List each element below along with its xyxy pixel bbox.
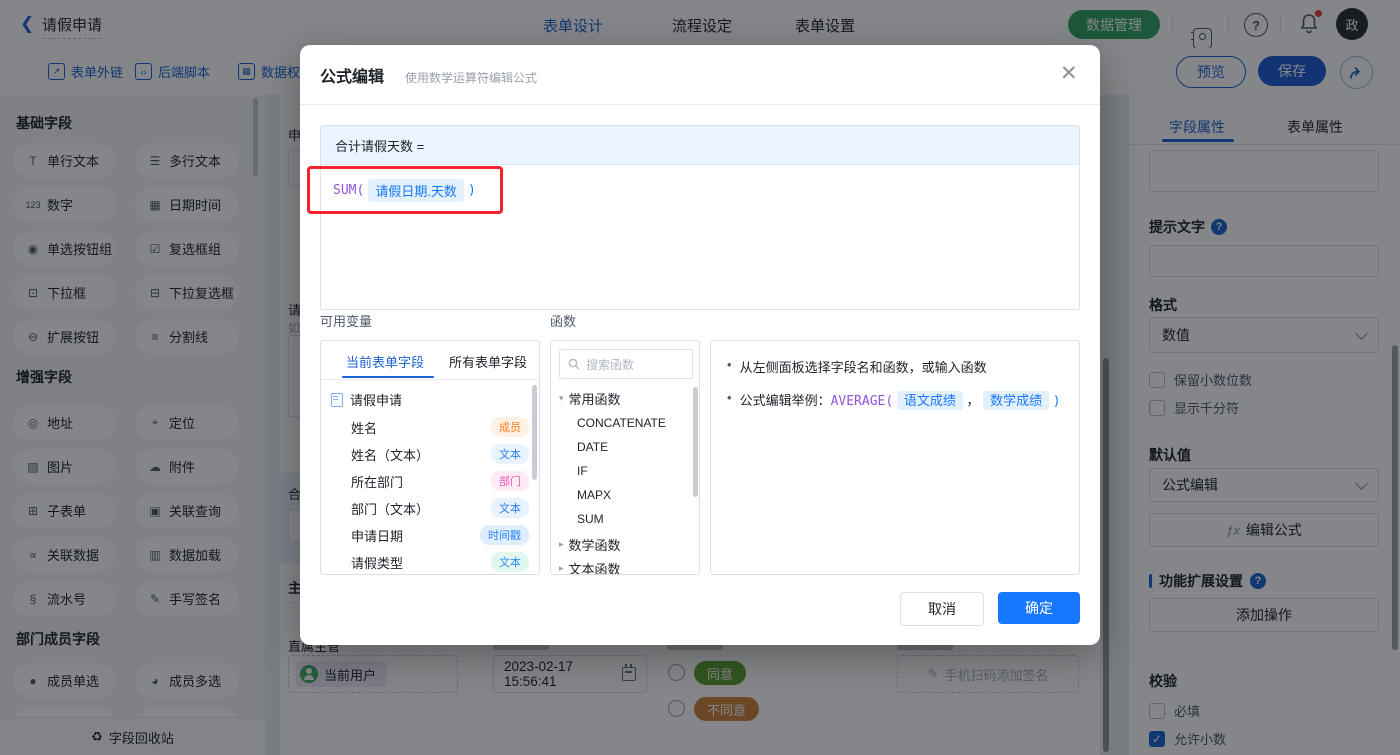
type-badge: 部门 (491, 471, 529, 491)
variable-row[interactable]: 请假类型文本 (351, 552, 529, 572)
tab-all-form-fields[interactable]: 所有表单字段 (449, 352, 527, 371)
variable-row[interactable]: 姓名成员 (351, 417, 529, 437)
modal-title: 公式编辑 (320, 63, 384, 87)
function-item[interactable]: MAPX (577, 488, 611, 502)
variable-row[interactable]: 部门（文本）文本 (351, 498, 529, 518)
tip-example-line: • 公式编辑举例：AVERAGE( 语文成绩 ， 数学成绩 ) (727, 390, 1079, 409)
close-icon[interactable]: ✕ (1060, 63, 1078, 84)
function-search-input[interactable]: 搜索函数 (559, 349, 693, 379)
function-item[interactable]: SUM (577, 512, 604, 526)
tab-underline (342, 376, 434, 378)
type-badge: 成员 (491, 417, 529, 437)
variable-row[interactable]: 所在部门部门 (351, 471, 529, 491)
type-badge: 文本 (491, 498, 529, 518)
form-designer-app: ❮ 请假申请 表单设计 流程设定 表单设置 数据管理 ? 政 ↗表单外链 ‹›后… (0, 0, 1400, 755)
tips-panel: •从左侧面板选择字段名和函数，或输入函数 • 公式编辑举例：AVERAGE( 语… (710, 340, 1080, 575)
example-function: AVERAGE( (831, 394, 894, 409)
search-icon (568, 358, 580, 370)
variables-label: 可用变量 (320, 311, 372, 330)
function-item[interactable]: CONCATENATE (577, 416, 666, 430)
functions-label: 函数 (550, 311, 576, 330)
example-token: 数学成绩 (983, 391, 1049, 410)
function-group-common[interactable]: ▾常用函数 (559, 389, 621, 408)
function-group-math[interactable]: ▸数学函数 (559, 535, 621, 554)
type-badge: 文本 (491, 444, 529, 464)
formula-editor-modal: 公式编辑 使用数学运算符编辑公式 ✕ 合计请假天数 = SUM( 请假日期.天数… (300, 45, 1100, 645)
chevron-right-icon: ▸ (559, 539, 564, 550)
functions-scrollbar[interactable] (693, 387, 698, 497)
variable-row[interactable]: 姓名（文本）文本 (351, 444, 529, 464)
formula-target: 合计请假天数 = (321, 126, 1079, 165)
variable-row[interactable]: 申请日期时间戳 (351, 525, 529, 545)
variables-scrollbar[interactable] (532, 385, 537, 480)
chevron-down-icon: ▾ (559, 393, 564, 404)
confirm-button[interactable]: 确定 (998, 592, 1080, 624)
type-badge: 时间戳 (480, 525, 529, 545)
function-item[interactable]: IF (577, 464, 588, 478)
type-badge: 文本 (491, 552, 529, 572)
tree-root[interactable]: 请假申请 (331, 390, 402, 409)
annotation-highlight-box (307, 166, 503, 214)
function-item[interactable]: DATE (577, 440, 608, 454)
cancel-button[interactable]: 取消 (900, 592, 984, 626)
formula-editor[interactable]: 合计请假天数 = SUM( 请假日期.天数 ) (320, 125, 1080, 310)
function-group-text[interactable]: ▸文本函数 (559, 559, 621, 575)
tip-line: •从左侧面板选择字段名和函数，或输入函数 (727, 357, 1079, 376)
form-doc-icon (331, 393, 343, 407)
divider (300, 104, 1100, 105)
tab-current-form-fields[interactable]: 当前表单字段 (346, 352, 424, 371)
variables-panel: 当前表单字段 所有表单字段 请假申请 姓名成员 姓名（文本）文本 所在部门部门 … (320, 340, 540, 575)
chevron-right-icon: ▸ (559, 563, 564, 574)
functions-panel: 搜索函数 ▾常用函数 CONCATENATE DATE IF MAPX SUM … (550, 340, 700, 575)
modal-subtitle: 使用数学运算符编辑公式 (405, 69, 537, 86)
example-token: 语文成绩 (897, 391, 963, 410)
